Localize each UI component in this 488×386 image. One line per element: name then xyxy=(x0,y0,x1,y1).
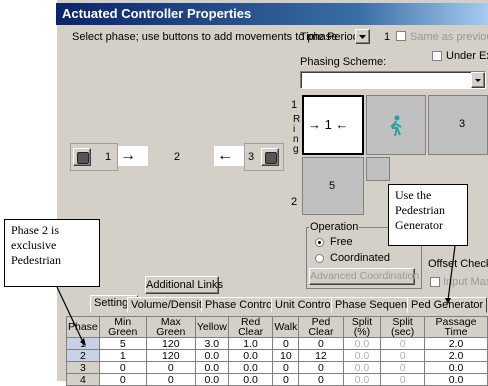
arrowhead-icon xyxy=(80,338,86,346)
arrowhead-icon xyxy=(445,298,451,304)
callout-pointer-line xyxy=(447,245,456,301)
callout-pointer-line xyxy=(56,286,83,341)
callout-pointers xyxy=(56,245,456,346)
